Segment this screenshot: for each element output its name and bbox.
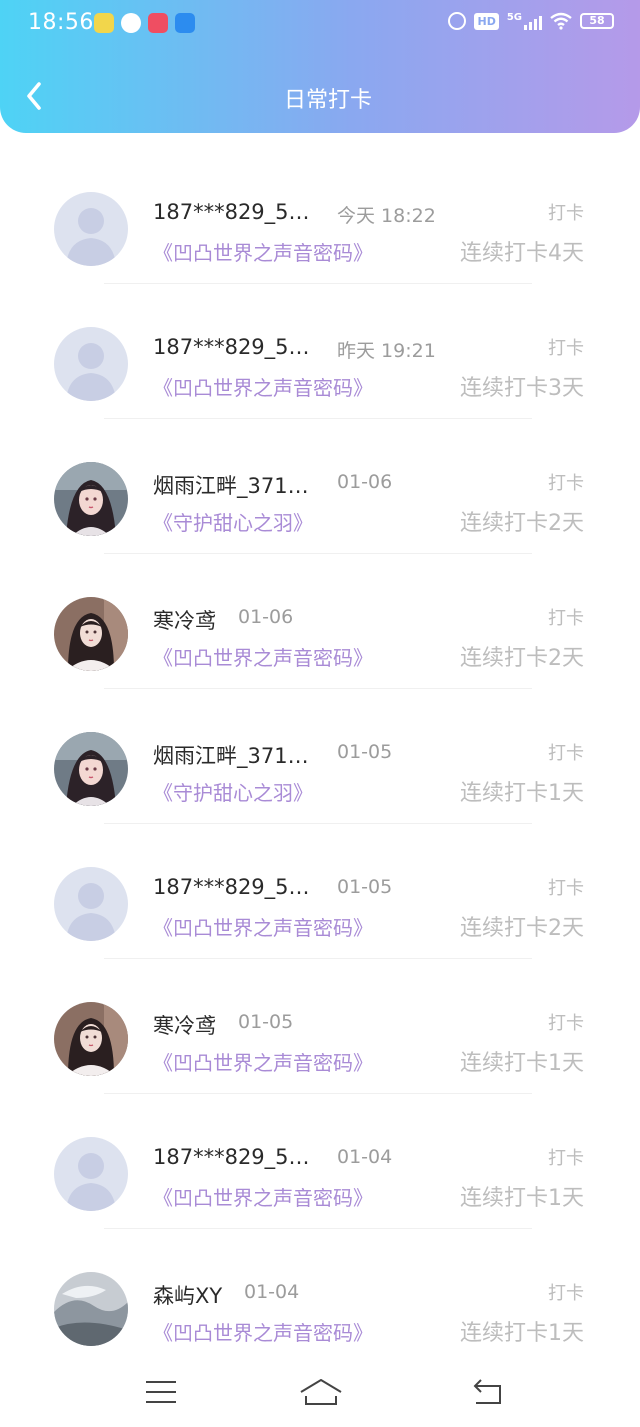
checkin-badge: 打卡 — [548, 1013, 584, 1034]
book-title-link[interactable]: 《守护甜心之羽》 — [153, 507, 313, 536]
checkin-row[interactable]: 寒冷鸢 01-06 打卡《凹凸世界之声音密码》 连续打卡2天 — [0, 565, 640, 700]
row-divider — [104, 418, 532, 419]
back-icon[interactable] — [470, 1374, 510, 1410]
system-icons: HD 5G 58 — [448, 12, 614, 30]
avatar[interactable] — [54, 867, 128, 941]
book-title-link[interactable]: 《凹凸世界之声音密码》 — [153, 372, 373, 401]
avatar[interactable] — [54, 1002, 128, 1076]
checkin-badge: 打卡 — [548, 203, 584, 224]
book-title-link[interactable]: 《凹凸世界之声音密码》 — [153, 1047, 373, 1076]
username: 寒冷鸢 — [153, 1014, 216, 1038]
book-title-link[interactable]: 《凹凸世界之声音密码》 — [153, 237, 373, 266]
checkin-row[interactable]: 187***829_5… 昨天 19:21 打卡《凹凸世界之声音密码》 连续打卡3天 — [0, 295, 640, 430]
streak-text: 连续打卡2天 — [460, 646, 584, 671]
wifi-icon — [550, 12, 572, 30]
book-title-link[interactable]: 《凹凸世界之声音密码》 — [153, 1317, 373, 1346]
checkin-date: 01-05 — [238, 1011, 294, 1033]
system-nav-bar — [0, 1360, 640, 1427]
avatar[interactable] — [54, 1137, 128, 1211]
app-notification-icon — [94, 13, 114, 33]
checkin-badge: 打卡 — [548, 338, 584, 359]
checkin-badge: 打卡 — [548, 878, 584, 899]
avatar[interactable] — [54, 732, 128, 806]
status-bar: 18:56 HD 5G 58 — [0, 0, 640, 52]
username: 187***829_5… — [153, 875, 310, 899]
checkin-badge: 打卡 — [548, 473, 584, 494]
checkin-row[interactable]: 烟雨江畔_371… 01-05 打卡《守护甜心之羽》 连续打卡1天 — [0, 700, 640, 835]
avatar[interactable] — [54, 327, 128, 401]
book-title-link[interactable]: 《守护甜心之羽》 — [153, 777, 313, 806]
hd-icon: HD — [474, 12, 499, 30]
streak-text: 连续打卡1天 — [460, 781, 584, 806]
streak-text: 连续打卡2天 — [460, 511, 584, 536]
checkin-date: 昨天 19:21 — [337, 340, 436, 362]
avatar[interactable] — [54, 1272, 128, 1346]
row-divider — [104, 1228, 532, 1229]
app-header: 18:56 HD 5G 58 日常打卡 — [0, 0, 640, 133]
username: 187***829_5… — [153, 200, 310, 224]
checkin-badge: 打卡 — [548, 1148, 584, 1169]
checkin-row[interactable]: 187***829_5… 今天 18:22 打卡《凹凸世界之声音密码》 连续打卡4天 — [0, 160, 640, 295]
avatar[interactable] — [54, 192, 128, 266]
battery-icon: 58 — [580, 13, 614, 29]
checkin-date: 01-06 — [337, 471, 393, 493]
username: 烟雨江畔_371… — [153, 744, 309, 768]
checkin-row[interactable]: 森屿XY 01-04 打卡《凹凸世界之声音密码》 连续打卡1天 — [0, 1240, 640, 1375]
streak-text: 连续打卡4天 — [460, 241, 584, 266]
streak-text: 连续打卡1天 — [460, 1321, 584, 1346]
username: 寒冷鸢 — [153, 609, 216, 633]
hotspot-notification-icon — [175, 13, 195, 33]
checkin-row[interactable]: 寒冷鸢 01-05 打卡《凹凸世界之声音密码》 连续打卡1天 — [0, 970, 640, 1105]
notification-icons — [94, 13, 195, 33]
checkin-date: 01-05 — [337, 876, 393, 898]
streak-text: 连续打卡2天 — [460, 916, 584, 941]
username: 187***829_5… — [153, 335, 310, 359]
signal-icon: 5G — [507, 12, 542, 30]
username: 187***829_5… — [153, 1145, 310, 1169]
checkin-row[interactable]: 烟雨江畔_371… 01-06 打卡《守护甜心之羽》 连续打卡2天 — [0, 430, 640, 565]
checkin-date: 01-04 — [337, 1146, 393, 1168]
checkin-badge: 打卡 — [548, 743, 584, 764]
checkin-date: 今天 18:22 — [337, 205, 436, 227]
checkin-badge: 打卡 — [548, 608, 584, 629]
app-notification-icon — [148, 13, 168, 33]
checkin-date: 01-05 — [337, 741, 393, 763]
username: 烟雨江畔_371… — [153, 474, 309, 498]
checkin-date: 01-04 — [244, 1281, 300, 1303]
checkin-list: 187***829_5… 今天 18:22 打卡 《凹凸世界之声音密码》 连续打卡4天 1… — [0, 160, 640, 1375]
status-time: 18:56 — [28, 10, 94, 35]
username: 森屿XY — [153, 1284, 223, 1308]
alarm-icon — [448, 12, 467, 30]
message-notification-icon — [121, 13, 141, 33]
book-title-link[interactable]: 《凹凸世界之声音密码》 — [153, 912, 373, 941]
checkin-badge: 打卡 — [548, 1283, 584, 1304]
checkin-row[interactable]: 187***829_5… 01-05 打卡《凹凸世界之声音密码》 连续打卡2天 — [0, 835, 640, 970]
checkin-date: 01-06 — [238, 606, 294, 628]
network-type: 5G — [506, 12, 522, 23]
home-icon[interactable] — [298, 1374, 344, 1410]
menu-icon[interactable] — [142, 1374, 182, 1410]
streak-text: 连续打卡1天 — [460, 1186, 584, 1211]
avatar[interactable] — [54, 597, 128, 671]
row-divider — [104, 958, 532, 959]
book-title-link[interactable]: 《凹凸世界之声音密码》 — [153, 642, 373, 671]
row-divider — [104, 688, 532, 689]
row-divider — [104, 283, 532, 284]
checkin-row[interactable]: 187***829_5… 01-04 打卡《凹凸世界之声音密码》 连续打卡1天 — [0, 1105, 640, 1240]
streak-text: 连续打卡3天 — [460, 376, 584, 401]
row-divider — [104, 1093, 532, 1094]
page-title: 日常打卡 — [283, 88, 372, 113]
avatar[interactable] — [54, 462, 128, 536]
streak-text: 连续打卡1天 — [460, 1051, 584, 1076]
row-divider — [104, 553, 532, 554]
book-title-link[interactable]: 《凹凸世界之声音密码》 — [153, 1182, 373, 1211]
row-divider — [104, 823, 532, 824]
